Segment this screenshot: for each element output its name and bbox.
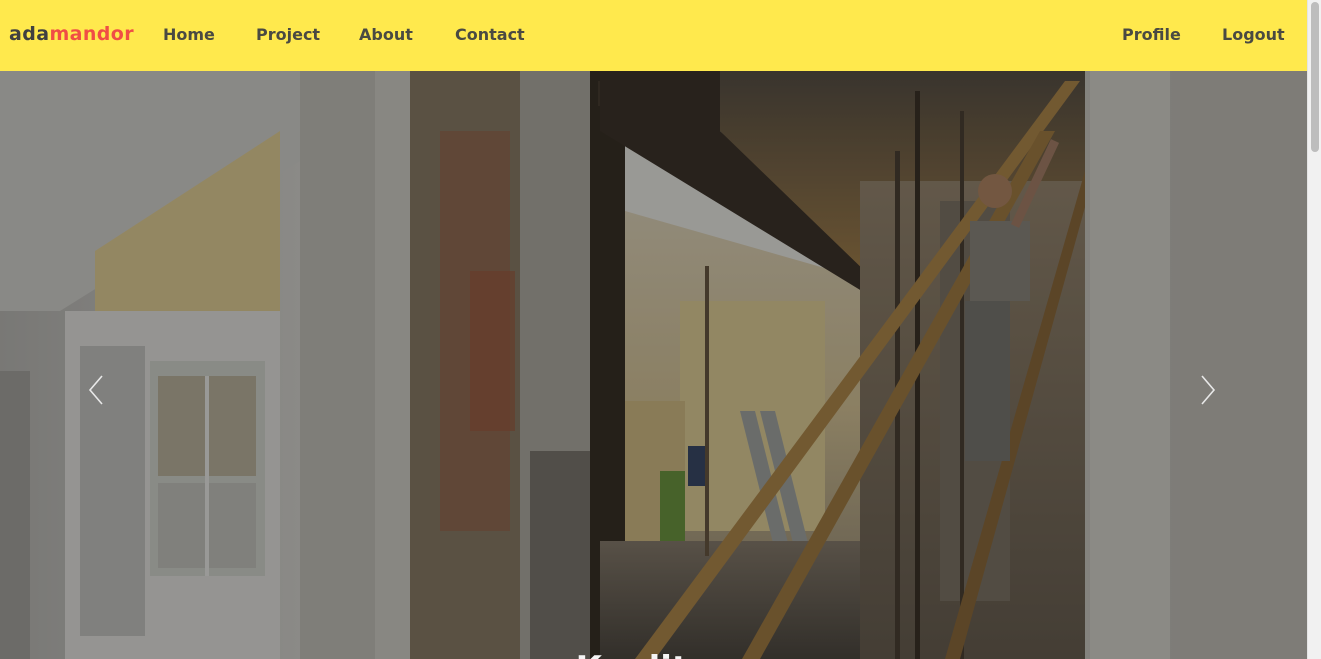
brand-logo-part-2: mandor (49, 23, 135, 45)
brand-logo[interactable]: adamandor (9, 22, 134, 46)
carousel-prev-button[interactable] (66, 360, 126, 420)
nav-link-logout[interactable]: Logout (1222, 25, 1285, 45)
nav-link-home[interactable]: Home (163, 25, 215, 45)
chevron-left-icon (88, 375, 103, 405)
carousel-caption: Kualitas (0, 649, 1307, 659)
carousel-next-button[interactable] (1178, 360, 1238, 420)
nav-link-about[interactable]: About (359, 25, 413, 45)
chevron-right-icon (1201, 375, 1216, 405)
carousel-overlay (0, 71, 1307, 659)
hero-carousel: Kualitas (0, 71, 1307, 659)
scrollbar-thumb[interactable] (1311, 2, 1319, 152)
brand-logo-part-1: ada (9, 23, 50, 45)
page: adamandor Home Project About Contact Pro… (0, 0, 1307, 659)
nav-link-project[interactable]: Project (256, 25, 320, 45)
navbar: adamandor Home Project About Contact Pro… (0, 0, 1307, 71)
page-scrollbar[interactable] (1307, 0, 1321, 659)
nav-link-profile[interactable]: Profile (1122, 25, 1181, 45)
nav-link-contact[interactable]: Contact (455, 25, 525, 45)
